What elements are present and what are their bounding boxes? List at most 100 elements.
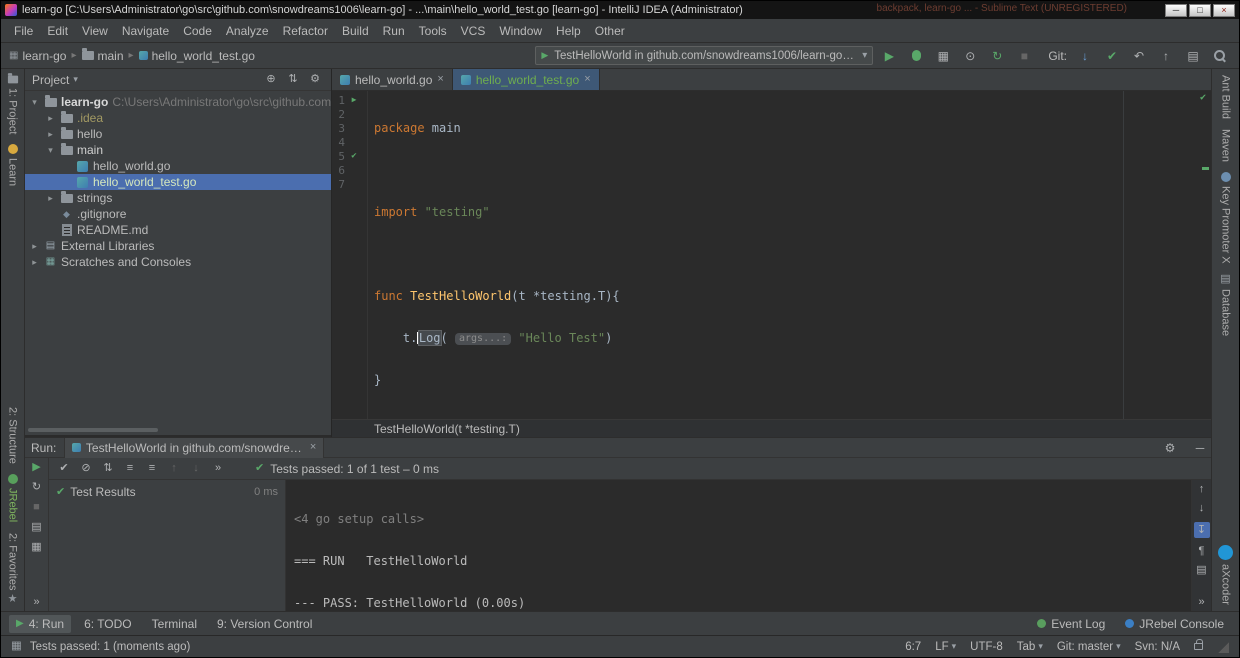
- tree-row-hello[interactable]: hello: [25, 126, 331, 142]
- run-button[interactable]: [878, 45, 900, 67]
- run-tab[interactable]: TestHelloWorld in github.com/snowdream..…: [64, 437, 325, 458]
- up-stack-icon[interactable]: [1199, 484, 1205, 495]
- toolwindow-switcher-icon[interactable]: [11, 641, 22, 653]
- git-branch-widget[interactable]: Git: master: [1057, 641, 1121, 653]
- chevron-right-icon[interactable]: [29, 258, 40, 267]
- inspections-ok-icon[interactable]: [1200, 93, 1206, 103]
- locate-file-button[interactable]: [262, 74, 280, 85]
- close-icon[interactable]: [584, 74, 590, 85]
- close-icon[interactable]: [437, 74, 443, 85]
- chevron-right-icon[interactable]: [29, 242, 40, 251]
- more-icon[interactable]: [1198, 597, 1204, 608]
- menu-help[interactable]: Help: [549, 19, 588, 42]
- collapse-all-button[interactable]: [141, 459, 163, 479]
- test-results-row[interactable]: Test Results 0 ms: [49, 483, 285, 501]
- toolwindow-button-run[interactable]: 4: Run: [9, 614, 72, 633]
- chevron-down-icon[interactable]: [45, 146, 56, 155]
- rerun-failed-button[interactable]: [32, 482, 41, 493]
- show-ignored-toggle[interactable]: [75, 459, 97, 479]
- git-push-button[interactable]: [1155, 45, 1177, 67]
- lock-icon[interactable]: [1194, 639, 1203, 650]
- rerun-tests-button[interactable]: [986, 45, 1008, 67]
- previous-failed-button[interactable]: [163, 459, 185, 479]
- menu-navigate[interactable]: Navigate: [115, 19, 176, 42]
- menu-edit[interactable]: Edit: [40, 19, 75, 42]
- close-button[interactable]: [1213, 3, 1235, 17]
- toolwindow-button-project[interactable]: 1: Project: [7, 73, 19, 134]
- tree-row-gitignore[interactable]: .gitignore: [25, 206, 331, 222]
- chevron-right-icon[interactable]: [45, 114, 56, 123]
- status-message[interactable]: Tests passed: 1 (moments ago): [30, 641, 190, 653]
- breadcrumb-file[interactable]: hello_world_test.go: [138, 49, 255, 63]
- toolwindow-button-axcoder[interactable]: aXcoder: [1218, 545, 1233, 605]
- tree-row-external-libraries[interactable]: External Libraries: [25, 238, 331, 254]
- svn-widget[interactable]: Svn: N/A: [1135, 641, 1180, 653]
- menu-view[interactable]: View: [75, 19, 115, 42]
- resize-grip[interactable]: [1217, 640, 1229, 653]
- code-editor[interactable]: 1 2 3 4 5 6 7 package main import "testi…: [332, 91, 1211, 419]
- menu-build[interactable]: Build: [335, 19, 376, 42]
- chevron-down-icon[interactable]: [73, 75, 78, 84]
- tree-row-hello-world-test-go-selected[interactable]: hello_world_test.go: [25, 174, 331, 190]
- print-icon[interactable]: [1196, 565, 1206, 576]
- show-passed-toggle[interactable]: [53, 459, 75, 479]
- menu-other[interactable]: Other: [588, 19, 632, 42]
- test-passed-icon[interactable]: [345, 152, 363, 161]
- caret-position-widget[interactable]: 6:7: [905, 641, 921, 653]
- soft-wrap-icon[interactable]: [1199, 546, 1205, 557]
- project-view-select[interactable]: Project: [32, 73, 69, 87]
- breadcrumb-folder[interactable]: main: [81, 48, 124, 63]
- minimize-button[interactable]: [1165, 3, 1187, 17]
- more-icon[interactable]: [33, 597, 39, 608]
- run-console[interactable]: <4 go setup calls> === RUN TestHelloWorl…: [286, 480, 1191, 612]
- chevron-right-icon[interactable]: [45, 130, 56, 139]
- gear-icon[interactable]: [306, 74, 324, 85]
- next-failed-button[interactable]: [185, 459, 207, 479]
- tree-row-readme[interactable]: README.md: [25, 222, 331, 238]
- coverage-button[interactable]: [932, 45, 954, 67]
- toolwindow-button-keypromoter[interactable]: Key Promoter X: [1220, 172, 1232, 264]
- menu-run[interactable]: Run: [376, 19, 412, 42]
- rerun-button[interactable]: [32, 462, 40, 473]
- tree-row-root[interactable]: learn-go C:\Users\Administrator\go\src\g…: [25, 94, 331, 110]
- horizontal-scrollbar[interactable]: [28, 428, 158, 432]
- encoding-widget[interactable]: UTF-8: [970, 641, 1003, 653]
- gear-icon[interactable]: [1159, 442, 1181, 454]
- menu-code[interactable]: Code: [176, 19, 219, 42]
- hide-panel-icon[interactable]: [1189, 442, 1211, 454]
- profiler-button[interactable]: [959, 45, 981, 67]
- chevron-down-icon[interactable]: [29, 98, 40, 107]
- expand-all-button[interactable]: [119, 459, 141, 479]
- toolwindow-button-terminal[interactable]: Terminal: [145, 615, 204, 633]
- toolwindow-button-structure[interactable]: 2: Structure: [7, 407, 19, 464]
- dump-icon[interactable]: [31, 522, 41, 533]
- search-everywhere-button[interactable]: [1209, 45, 1231, 67]
- close-icon[interactable]: [310, 442, 316, 453]
- git-commit-button[interactable]: [1101, 45, 1123, 67]
- git-update-button[interactable]: [1074, 45, 1096, 67]
- test-history-icon[interactable]: [31, 542, 41, 553]
- scroll-to-end-icon[interactable]: [1193, 522, 1210, 538]
- chevron-right-icon[interactable]: [45, 194, 56, 203]
- run-configuration-select[interactable]: TestHelloWorld in github.com/snowdreams1…: [535, 46, 874, 65]
- git-history-button[interactable]: [1182, 45, 1204, 67]
- toolwindow-button-maven[interactable]: Maven: [1220, 129, 1232, 162]
- tab-hello-world-go[interactable]: hello_world.go: [332, 69, 453, 90]
- run-test-file-icon[interactable]: [345, 96, 363, 104]
- code-content[interactable]: package main import "testing" func TestH…: [368, 91, 1211, 419]
- debug-button[interactable]: [905, 45, 927, 67]
- breadcrumb-project[interactable]: learn-go: [9, 49, 66, 63]
- menu-refactor[interactable]: Refactor: [276, 19, 335, 42]
- collapse-all-button[interactable]: [284, 74, 302, 85]
- toolwindow-button-learn[interactable]: Learn: [7, 144, 19, 187]
- tree-row-main[interactable]: main: [25, 142, 331, 158]
- tree-row-strings[interactable]: strings: [25, 190, 331, 206]
- breadcrumb-function[interactable]: TestHelloWorld(t *testing.T): [374, 422, 520, 436]
- menu-file[interactable]: File: [7, 19, 40, 42]
- menu-analyze[interactable]: Analyze: [219, 19, 276, 42]
- menu-window[interactable]: Window: [492, 19, 549, 42]
- event-log-button[interactable]: Event Log: [1030, 615, 1112, 633]
- more-icon[interactable]: [207, 459, 229, 479]
- down-stack-icon[interactable]: [1199, 503, 1205, 514]
- toolwindow-button-database[interactable]: Database: [1220, 274, 1232, 336]
